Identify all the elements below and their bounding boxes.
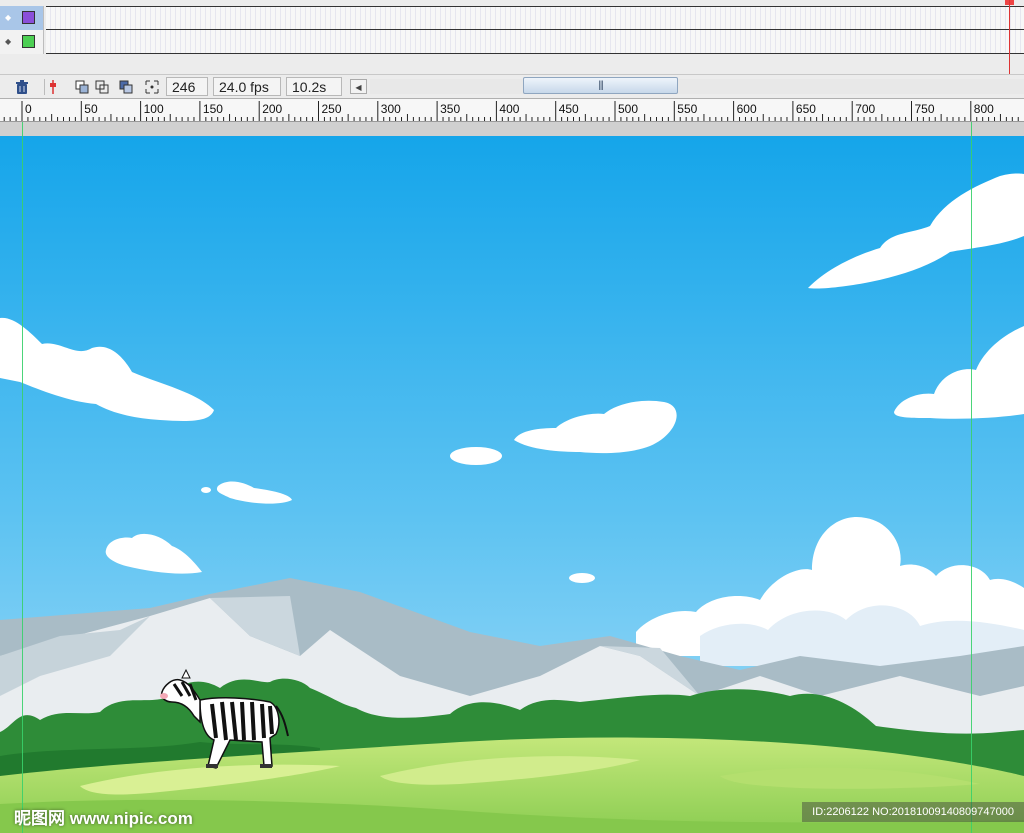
timeline-scrollbar-thumb[interactable]: ||| (523, 77, 678, 94)
ruler-label: 400 (499, 102, 520, 116)
cloud-small-1 (450, 447, 502, 465)
layer-outline-color-swatch[interactable] (22, 11, 35, 24)
ruler-label: 700 (855, 102, 876, 116)
ruler-label: 600 (736, 102, 757, 116)
layer-1-header[interactable]: ◆ (0, 6, 44, 30)
scene-artwork (0, 136, 1024, 833)
layer-2-header[interactable]: ◆ (0, 30, 44, 54)
horizontal-ruler[interactable]: 0 50 100 150 200 250 300 350 400 450 500 550 600 650 7… (0, 98, 1024, 122)
ruler-label: 200 (262, 102, 283, 116)
ruler-label: 350 (440, 102, 461, 116)
delete-layer-icon[interactable] (14, 79, 30, 95)
watermark-id: ID:2206122 NO:20181009140809747000 (802, 802, 1024, 822)
playhead-line (1009, 0, 1010, 74)
cloud-speck (201, 487, 211, 493)
ruler-label: 750 (914, 102, 935, 116)
ruler-label: 450 (558, 102, 579, 116)
playhead-center-icon[interactable] (44, 79, 61, 95)
timeline-scrollbar-track[interactable] (370, 79, 1024, 94)
cloud-small-4 (569, 573, 595, 583)
timeline-layer-2[interactable]: ◆ (0, 30, 1024, 54)
watermark-site: 昵图网 www.nipic.com (14, 809, 193, 828)
stage[interactable] (0, 122, 1024, 833)
layer-1-frames[interactable] (46, 6, 1024, 30)
ruler-label: 500 (618, 102, 639, 116)
layer-visibility-dot-icon[interactable]: ◆ (5, 38, 11, 46)
edit-multiple-frames-icon[interactable] (118, 79, 134, 95)
ruler-label: 800 (973, 102, 994, 116)
stage-guide-right[interactable] (971, 122, 972, 833)
ruler-label: 300 (380, 102, 401, 116)
stage-guide-left[interactable] (22, 122, 23, 833)
ruler-label: 150 (202, 102, 223, 116)
ruler-label: 0 (25, 102, 32, 116)
current-frame-field[interactable]: 246 (166, 77, 208, 96)
onion-skin-outlines-icon[interactable] (94, 79, 110, 95)
layer-visibility-dot-icon[interactable]: ◆ (5, 14, 11, 22)
layer-2-frames[interactable] (46, 30, 1024, 54)
timeline-layer-1[interactable]: ◆ (0, 6, 1024, 30)
timeline-toolbar: 246 24.0 fps 10.2s ◀ ||| (0, 74, 1024, 99)
timeline-panel: ◆ ◆ (0, 0, 1024, 74)
ruler-label: 50 (84, 102, 98, 116)
elapsed-time-field[interactable]: 10.2s (286, 77, 342, 96)
ruler-label: 250 (321, 102, 342, 116)
frame-rate-field[interactable]: 24.0 fps (213, 77, 281, 96)
layer-outline-color-swatch[interactable] (22, 35, 35, 48)
ruler-label: 650 (795, 102, 816, 116)
ruler-label: 100 (143, 102, 164, 116)
ruler-label: 550 (677, 102, 698, 116)
scroll-left-arrow-icon[interactable]: ◀ (350, 79, 367, 94)
onion-skin-icon[interactable] (74, 79, 90, 95)
modify-onion-markers-icon[interactable] (144, 79, 160, 95)
